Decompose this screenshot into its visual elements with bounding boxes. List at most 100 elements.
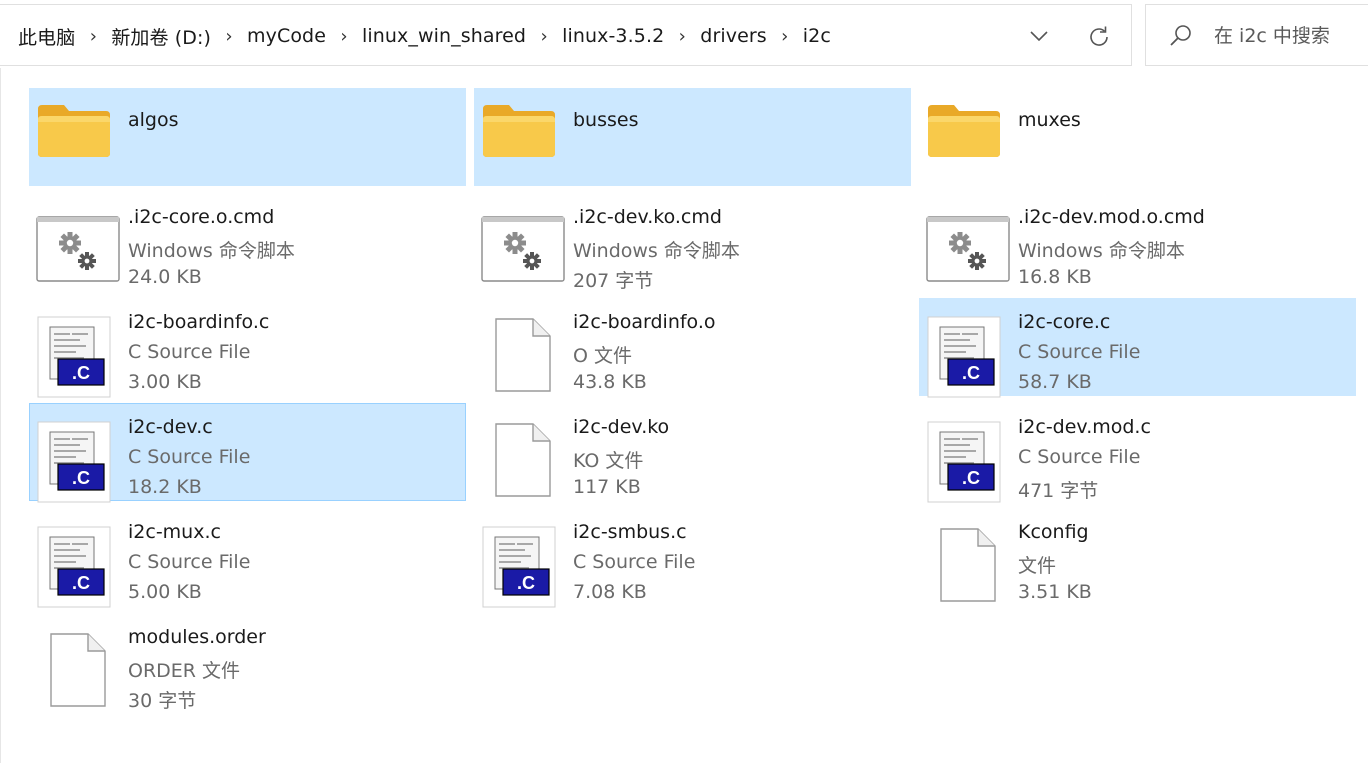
address-bar[interactable]: 此电脑 › 新加卷 (D:) › myCode › linux_win_shared › lin… xyxy=(0,4,1132,66)
file-item[interactable]: .i2c-dev.mod.o.cmd Windows 命令脚本 16.8 KB xyxy=(919,193,1356,291)
breadcrumb-separator-icon[interactable]: › xyxy=(767,26,803,47)
blank-file-icon xyxy=(938,527,1014,603)
item-size: 471 字节 xyxy=(1018,480,1099,502)
svg-text:.C: .C xyxy=(72,363,90,383)
item-type: ORDER 文件 xyxy=(128,660,241,682)
address-bar-area: 此电脑 › 新加卷 (D:) › myCode › linux_win_shared › lin… xyxy=(0,0,1368,68)
item-size: 5.00 KB xyxy=(128,581,202,603)
item-name: i2c-dev.c xyxy=(128,416,213,438)
item-size: 3.51 KB xyxy=(1018,581,1092,603)
file-item[interactable]: .C i2c-smbus.c C Source File 7.08 KB xyxy=(474,508,911,608)
item-name: i2c-boardinfo.o xyxy=(573,311,716,333)
item-name: Kconfig xyxy=(1018,521,1089,543)
file-item[interactable]: .C i2c-dev.mod.c C Source File 471 字节 xyxy=(919,403,1356,503)
refresh-icon[interactable] xyxy=(1086,24,1112,50)
folder-icon xyxy=(36,91,112,167)
item-name: .i2c-core.o.cmd xyxy=(128,206,275,228)
item-type: KO 文件 xyxy=(573,450,644,472)
divider xyxy=(0,68,1,763)
breadcrumb-item[interactable]: myCode xyxy=(247,25,326,47)
breadcrumb-item[interactable]: 此电脑 xyxy=(18,23,75,50)
item-name: i2c-dev.ko xyxy=(573,416,670,438)
item-size: 117 KB xyxy=(573,476,641,498)
file-item[interactable]: .C i2c-core.c C Source File 58.7 KB xyxy=(919,298,1356,398)
item-type: C Source File xyxy=(1018,446,1141,468)
item-size: 16.8 KB xyxy=(1018,266,1092,288)
svg-text:.C: .C xyxy=(72,468,90,488)
c-source-icon: .C xyxy=(926,420,1002,503)
breadcrumb-separator-icon[interactable]: › xyxy=(326,26,362,47)
breadcrumb: 此电脑 › 新加卷 (D:) › myCode › linux_win_shared › lin… xyxy=(0,5,831,67)
item-size: 58.7 KB xyxy=(1018,371,1092,393)
file-item[interactable]: i2c-dev.ko KO 文件 117 KB xyxy=(474,403,911,501)
c-source-icon: .C xyxy=(926,315,1002,398)
item-size: 3.00 KB xyxy=(128,371,202,393)
file-item[interactable]: .C i2c-mux.c C Source File 5.00 KB xyxy=(29,508,466,608)
item-type: C Source File xyxy=(128,341,251,363)
item-name: i2c-mux.c xyxy=(128,521,221,543)
item-type: C Source File xyxy=(128,446,251,468)
item-size: 7.08 KB xyxy=(573,581,647,603)
script-gear-icon xyxy=(926,216,1010,292)
folder-icon xyxy=(926,91,1002,167)
breadcrumb-item[interactable]: linux-3.5.2 xyxy=(562,25,664,47)
item-name: i2c-core.c xyxy=(1018,311,1111,333)
breadcrumb-item[interactable]: drivers xyxy=(700,25,767,47)
item-type: Windows 命令脚本 xyxy=(128,240,295,262)
item-name: .i2c-dev.mod.o.cmd xyxy=(1018,206,1205,228)
item-type: Windows 命令脚本 xyxy=(573,240,740,262)
item-name: busses xyxy=(573,109,639,131)
file-item[interactable]: i2c-boardinfo.o O 文件 43.8 KB xyxy=(474,298,911,396)
folder-icon xyxy=(481,91,557,167)
svg-text:.C: .C xyxy=(517,573,535,593)
svg-text:.C: .C xyxy=(72,573,90,593)
file-item[interactable]: .C i2c-dev.c C Source File 18.2 KB xyxy=(29,403,466,503)
script-gear-icon xyxy=(36,216,120,292)
c-source-icon: .C xyxy=(36,420,112,503)
breadcrumb-item[interactable]: linux_win_shared xyxy=(362,25,526,47)
blank-file-icon xyxy=(493,317,569,393)
breadcrumb-separator-icon[interactable]: › xyxy=(526,26,562,47)
item-name: muxes xyxy=(1018,109,1081,131)
item-type: C Source File xyxy=(573,551,696,573)
item-type: 文件 xyxy=(1018,555,1057,577)
item-size: 30 字节 xyxy=(128,690,197,712)
file-item[interactable]: .i2c-dev.ko.cmd Windows 命令脚本 207 字节 xyxy=(474,193,911,292)
breadcrumb-item[interactable]: 新加卷 (D:) xyxy=(111,23,211,50)
item-name: i2c-dev.mod.c xyxy=(1018,416,1151,438)
search-input[interactable] xyxy=(1214,19,1368,53)
folder-item[interactable]: algos xyxy=(29,88,466,186)
item-size: 24.0 KB xyxy=(128,266,202,288)
c-source-icon: .C xyxy=(36,315,112,398)
breadcrumb-item[interactable]: i2c xyxy=(803,25,831,47)
svg-text:.C: .C xyxy=(962,363,980,383)
item-type: Windows 命令脚本 xyxy=(1018,240,1185,262)
file-item[interactable]: .C i2c-boardinfo.c C Source File 3.00 KB xyxy=(29,298,466,398)
chevron-down-icon[interactable] xyxy=(1026,24,1052,48)
item-size: 207 字节 xyxy=(573,270,654,292)
item-name: i2c-smbus.c xyxy=(573,521,687,543)
item-name: modules.order xyxy=(128,626,266,648)
folder-item[interactable]: busses xyxy=(474,88,911,186)
search-box[interactable] xyxy=(1145,4,1368,66)
blank-file-icon xyxy=(48,632,124,708)
file-item[interactable]: Kconfig 文件 3.51 KB xyxy=(919,508,1356,606)
item-type: O 文件 xyxy=(573,345,632,367)
item-name: .i2c-dev.ko.cmd xyxy=(573,206,722,228)
item-size: 18.2 KB xyxy=(128,476,202,498)
breadcrumb-separator-icon[interactable]: › xyxy=(211,26,247,47)
item-name: i2c-boardinfo.c xyxy=(128,311,270,333)
item-size: 43.8 KB xyxy=(573,371,647,393)
breadcrumb-separator-icon[interactable]: › xyxy=(75,26,111,47)
folder-item[interactable]: muxes xyxy=(919,88,1356,186)
file-item[interactable]: .i2c-core.o.cmd Windows 命令脚本 24.0 KB xyxy=(29,193,466,291)
svg-text:.C: .C xyxy=(962,468,980,488)
c-source-icon: .C xyxy=(36,525,112,608)
script-gear-icon xyxy=(481,216,565,292)
file-item[interactable]: modules.order ORDER 文件 30 字节 xyxy=(29,613,466,712)
breadcrumb-separator-icon[interactable]: › xyxy=(664,26,700,47)
c-source-icon: .C xyxy=(481,525,557,608)
item-name: algos xyxy=(128,109,179,131)
item-type: C Source File xyxy=(128,551,251,573)
item-type: C Source File xyxy=(1018,341,1141,363)
